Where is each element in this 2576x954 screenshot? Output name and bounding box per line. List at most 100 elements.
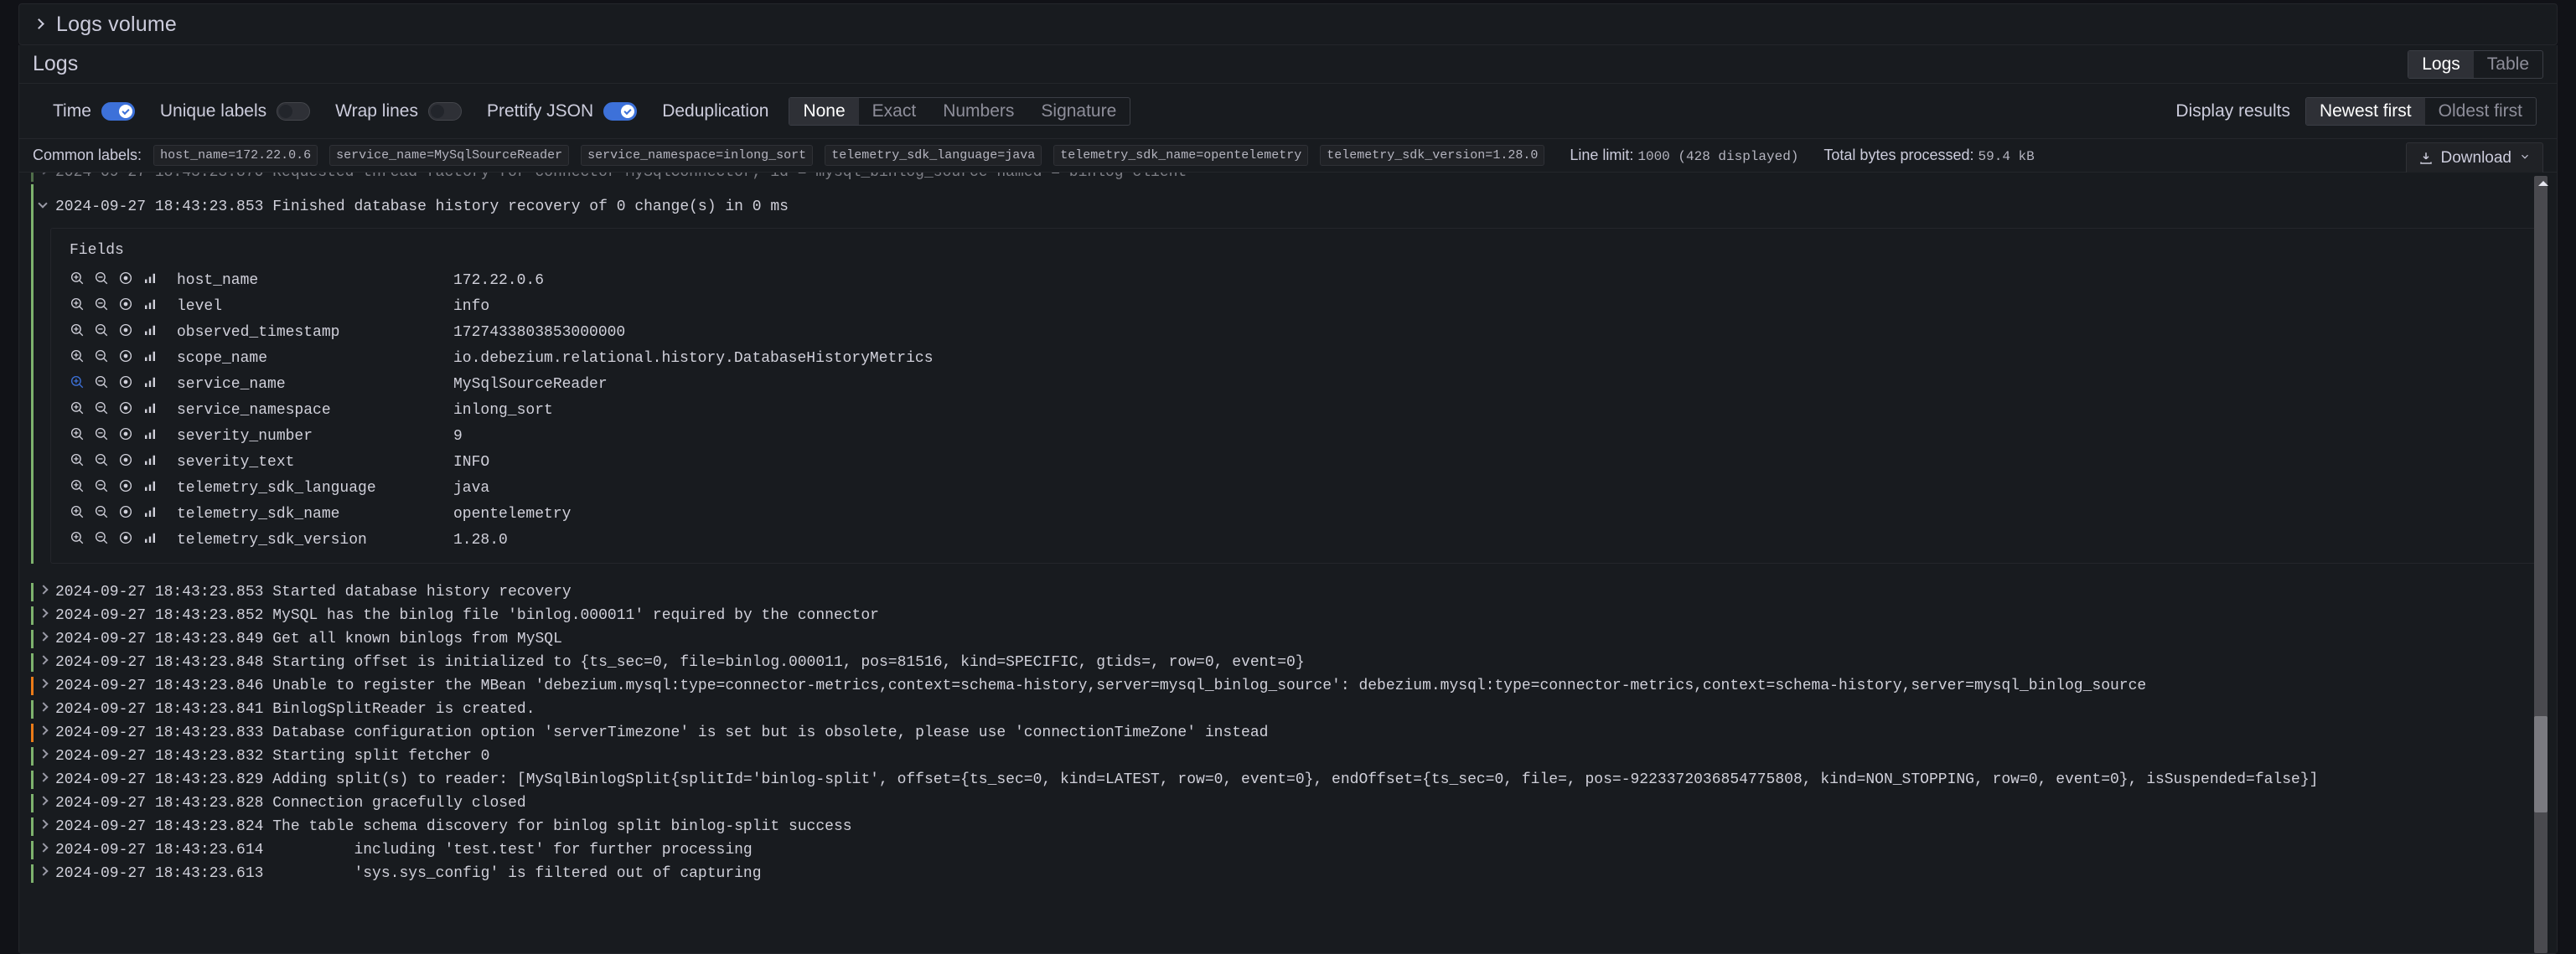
- ad-hoc-stats-icon[interactable]: [142, 452, 158, 472]
- log-expand-toggle[interactable]: [34, 606, 52, 618]
- ad-hoc-stats-icon[interactable]: [142, 348, 158, 368]
- ad-hoc-stats-icon[interactable]: [142, 297, 158, 316]
- log-row[interactable]: 2024-09-27 18:43:23.829 Adding split(s) …: [19, 768, 2557, 792]
- toggle-wrap-lines-switch[interactable]: [428, 102, 462, 121]
- dedup-option-numbers[interactable]: Numbers: [929, 98, 1027, 125]
- zoom-in-icon[interactable]: [70, 297, 85, 316]
- zoom-out-icon[interactable]: [94, 374, 109, 394]
- ad-hoc-stats-icon[interactable]: [142, 400, 158, 420]
- sort-order-radio-group[interactable]: Newest first Oldest first: [2305, 97, 2537, 126]
- sort-oldest-first[interactable]: Oldest first: [2425, 98, 2536, 125]
- log-row[interactable]: 2024-09-27 18:43:23.853 Started database…: [19, 580, 2557, 604]
- log-expand-toggle[interactable]: [34, 864, 52, 876]
- log-row[interactable]: 2024-09-27 18:43:23.614 including 'test.…: [19, 838, 2557, 862]
- filter-for-value-icon[interactable]: [118, 452, 133, 472]
- dedup-option-none[interactable]: None: [789, 98, 858, 125]
- filter-for-value-icon[interactable]: [118, 478, 133, 498]
- filter-for-value-icon[interactable]: [118, 271, 133, 290]
- sort-newest-first[interactable]: Newest first: [2306, 98, 2425, 125]
- toggle-prettify-json[interactable]: Prettify JSON: [487, 101, 637, 121]
- log-expand-toggle[interactable]: [34, 630, 52, 642]
- filter-for-value-icon[interactable]: [118, 530, 133, 549]
- log-row[interactable]: 2024-09-27 18:43:23.841 BinlogSplitReade…: [19, 698, 2557, 721]
- ad-hoc-stats-icon[interactable]: [142, 271, 158, 290]
- zoom-in-icon[interactable]: [70, 374, 85, 394]
- log-expand-toggle[interactable]: [34, 653, 52, 665]
- view-mode-radio-group[interactable]: Logs Table: [2408, 50, 2543, 79]
- zoom-out-icon[interactable]: [94, 271, 109, 290]
- zoom-out-icon[interactable]: [94, 400, 109, 420]
- ad-hoc-stats-icon[interactable]: [142, 374, 158, 394]
- log-row[interactable]: 2024-09-27 18:43:23.849 Get all known bi…: [19, 627, 2557, 651]
- zoom-out-icon[interactable]: [94, 504, 109, 523]
- deduplication-radio-group[interactable]: None Exact Numbers Signature: [789, 97, 1130, 126]
- log-expand-toggle[interactable]: [34, 794, 52, 806]
- filter-for-value-icon[interactable]: [118, 297, 133, 316]
- log-row[interactable]: 2024-09-27 18:43:23.870 Requested thread…: [19, 173, 2557, 184]
- zoom-out-icon[interactable]: [94, 452, 109, 472]
- zoom-in-icon[interactable]: [70, 530, 85, 549]
- common-label-chip[interactable]: service_namespace=inlong_sort: [581, 145, 813, 166]
- common-label-chip[interactable]: host_name=172.22.0.6: [153, 145, 318, 166]
- log-expand-toggle[interactable]: [34, 173, 52, 175]
- ad-hoc-stats-icon[interactable]: [142, 530, 158, 549]
- log-row[interactable]: 2024-09-27 18:43:23.613 'sys.sys_config'…: [19, 862, 2557, 885]
- log-expand-toggle[interactable]: [34, 771, 52, 782]
- ad-hoc-stats-icon[interactable]: [142, 504, 158, 523]
- filter-for-value-icon[interactable]: [118, 322, 133, 342]
- zoom-in-icon[interactable]: [70, 348, 85, 368]
- zoom-out-icon[interactable]: [94, 426, 109, 446]
- log-row[interactable]: 2024-09-27 18:43:23.846 Unable to regist…: [19, 674, 2557, 698]
- download-button[interactable]: Download: [2406, 142, 2544, 174]
- common-label-chip[interactable]: service_name=MySqlSourceReader: [329, 145, 569, 166]
- zoom-in-icon[interactable]: [70, 452, 85, 472]
- filter-for-value-icon[interactable]: [118, 348, 133, 368]
- tab-logs[interactable]: Logs: [2408, 51, 2474, 78]
- filter-for-value-icon[interactable]: [118, 374, 133, 394]
- toggle-prettify-json-switch[interactable]: [603, 102, 637, 121]
- ad-hoc-stats-icon[interactable]: [142, 426, 158, 446]
- common-label-chip[interactable]: telemetry_sdk_language=java: [825, 145, 1042, 166]
- dedup-option-signature[interactable]: Signature: [1027, 98, 1130, 125]
- toggle-unique-labels[interactable]: Unique labels: [160, 101, 310, 121]
- toggle-time-switch[interactable]: [101, 102, 135, 121]
- common-label-chip[interactable]: telemetry_sdk_name=opentelemetry: [1053, 145, 1308, 166]
- dedup-option-exact[interactable]: Exact: [859, 98, 930, 125]
- filter-for-value-icon[interactable]: [118, 504, 133, 523]
- toggle-time[interactable]: Time: [53, 101, 135, 121]
- zoom-out-icon[interactable]: [94, 478, 109, 498]
- filter-for-value-icon[interactable]: [118, 400, 133, 420]
- log-row-expanded[interactable]: 2024-09-27 18:43:23.853 Finished databas…: [19, 184, 2557, 580]
- filter-for-value-icon[interactable]: [118, 426, 133, 446]
- zoom-in-icon[interactable]: [70, 322, 85, 342]
- zoom-out-icon[interactable]: [94, 297, 109, 316]
- log-row[interactable]: 2024-09-27 18:43:23.848 Starting offset …: [19, 651, 2557, 674]
- tab-table[interactable]: Table: [2474, 51, 2542, 78]
- zoom-in-icon[interactable]: [70, 478, 85, 498]
- zoom-in-icon[interactable]: [70, 400, 85, 420]
- zoom-in-icon[interactable]: [70, 426, 85, 446]
- ad-hoc-stats-icon[interactable]: [142, 322, 158, 342]
- logs-scrollbar[interactable]: [2532, 176, 2550, 953]
- log-expand-toggle[interactable]: [34, 817, 52, 829]
- ad-hoc-stats-icon[interactable]: [142, 478, 158, 498]
- log-expand-toggle[interactable]: [34, 841, 52, 853]
- logs-volume-header[interactable]: Logs volume: [19, 13, 177, 37]
- zoom-in-icon[interactable]: [70, 504, 85, 523]
- logs-volume-panel[interactable]: Logs volume: [18, 3, 2558, 45]
- log-expand-toggle[interactable]: [34, 700, 52, 712]
- log-row[interactable]: 2024-09-27 18:43:23.852 MySQL has the bi…: [19, 604, 2557, 627]
- zoom-out-icon[interactable]: [94, 348, 109, 368]
- log-expand-toggle[interactable]: [34, 747, 52, 759]
- scrollbar-track[interactable]: [2534, 176, 2548, 953]
- log-expand-toggle[interactable]: [34, 677, 52, 688]
- log-row[interactable]: 2024-09-27 18:43:23.833 Database configu…: [19, 721, 2557, 745]
- toggle-unique-labels-switch[interactable]: [277, 102, 310, 121]
- log-row[interactable]: 2024-09-27 18:43:23.828 Connection grace…: [19, 792, 2557, 815]
- log-rows-container[interactable]: 2024-09-27 18:43:23.870 Requested thread…: [19, 173, 2557, 953]
- log-expand-toggle[interactable]: [34, 583, 52, 595]
- log-row[interactable]: 2024-09-27 18:43:23.824 The table schema…: [19, 815, 2557, 838]
- zoom-out-icon[interactable]: [94, 530, 109, 549]
- log-row[interactable]: 2024-09-27 18:43:23.832 Starting split f…: [19, 745, 2557, 768]
- log-expand-toggle[interactable]: [34, 724, 52, 735]
